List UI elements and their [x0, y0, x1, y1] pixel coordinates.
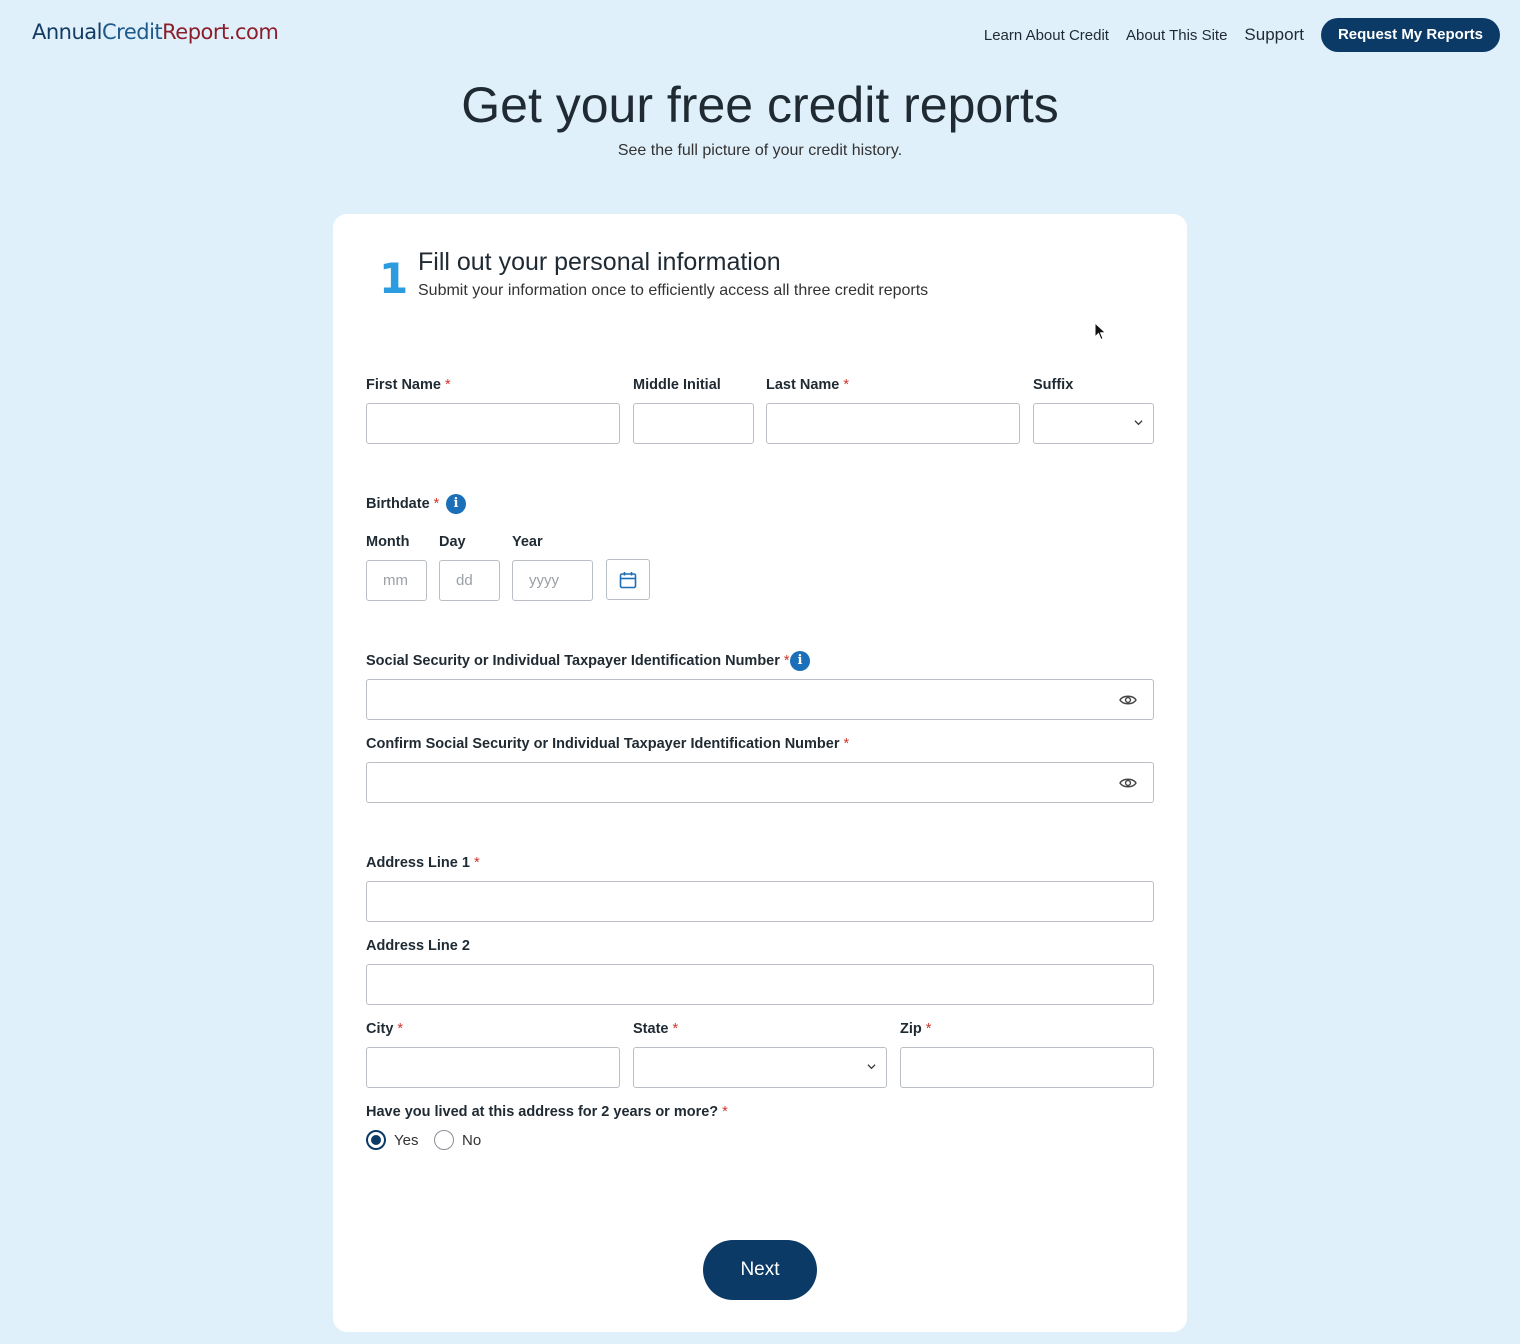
ssn-info-icon[interactable]: i	[790, 651, 810, 671]
last-name-input[interactable]	[766, 403, 1020, 444]
month-label: Month	[366, 534, 410, 550]
city-input[interactable]	[366, 1047, 620, 1088]
required-mark: *	[722, 1104, 728, 1120]
step-subtitle: Submit your information once to efficien…	[418, 282, 929, 299]
birth-month-input[interactable]	[366, 560, 427, 601]
address-line-1-input[interactable]	[366, 881, 1154, 922]
required-mark: *	[843, 736, 850, 752]
last-name-label: Last Name *	[766, 377, 849, 393]
zip-input[interactable]	[900, 1047, 1154, 1088]
ssn-label: Social Security or Individual Taxpayer I…	[366, 653, 790, 669]
required-mark: *	[925, 1021, 932, 1037]
nav-support[interactable]: Support	[1244, 25, 1304, 45]
ssn-input[interactable]	[366, 679, 1154, 720]
page-title: Get your free credit reports	[461, 77, 1059, 133]
radio-yes-label[interactable]: Yes	[394, 1132, 418, 1149]
eye-icon[interactable]	[1119, 776, 1137, 790]
birthdate-label: Birthdate *	[366, 496, 440, 512]
address-line-2-label: Address Line 2	[366, 938, 470, 954]
required-mark: *	[672, 1021, 679, 1037]
radio-yes[interactable]	[366, 1130, 386, 1150]
nav-about-this-site[interactable]: About This Site	[1126, 27, 1227, 44]
nav-learn-about-credit[interactable]: Learn About Credit	[984, 27, 1109, 44]
calendar-icon	[619, 572, 637, 589]
address-line-2-input[interactable]	[366, 964, 1154, 1005]
middle-initial-input[interactable]	[633, 403, 754, 444]
required-mark: *	[433, 496, 440, 512]
chevron-down-icon	[1134, 420, 1143, 426]
day-label: Day	[439, 534, 466, 550]
state-label: State *	[633, 1021, 679, 1037]
state-select[interactable]	[633, 1047, 887, 1088]
required-mark: *	[397, 1021, 404, 1037]
top-nav: Learn About Credit About This Site Suppo…	[984, 18, 1500, 52]
required-mark: *	[783, 653, 790, 669]
eye-icon[interactable]	[1119, 693, 1137, 707]
page-subtitle: See the full picture of your credit hist…	[617, 142, 903, 159]
required-mark: *	[444, 377, 451, 393]
required-mark: *	[843, 377, 849, 393]
first-name-label: First Name *	[366, 377, 451, 393]
required-mark: *	[473, 855, 480, 871]
radio-no[interactable]	[434, 1130, 454, 1150]
logo-part-annual: Annual	[32, 20, 103, 44]
step-title: Fill out your personal information	[418, 248, 781, 276]
logo-part-credit: Credit	[102, 20, 163, 44]
next-button[interactable]: Next	[703, 1240, 817, 1300]
ssn-confirm-input[interactable]	[366, 762, 1154, 803]
mouse-cursor-icon	[1094, 322, 1107, 341]
zip-label: Zip *	[900, 1021, 932, 1037]
birth-year-input[interactable]	[512, 560, 593, 601]
calendar-button[interactable]	[606, 559, 650, 600]
address-line-1-label: Address Line 1 *	[366, 855, 480, 871]
site-logo[interactable]: AnnualCreditReport.com	[32, 20, 279, 44]
logo-part-report: Report.com	[162, 20, 279, 44]
suffix-label: Suffix	[1033, 377, 1074, 393]
step-number: 1	[379, 254, 409, 303]
middle-initial-label: Middle Initial	[633, 377, 721, 393]
personal-info-card: 1 Fill out your personal information Sub…	[333, 214, 1187, 1332]
chevron-down-icon	[867, 1064, 876, 1070]
request-my-reports-button[interactable]: Request My Reports	[1320, 18, 1500, 52]
ssn-confirm-label: Confirm Social Security or Individual Ta…	[366, 736, 850, 752]
city-label: City *	[366, 1021, 404, 1037]
birth-day-input[interactable]	[439, 560, 500, 601]
first-name-input[interactable]	[366, 403, 620, 444]
birthdate-info-icon[interactable]: i	[446, 494, 466, 514]
suffix-select[interactable]	[1033, 403, 1154, 444]
year-label: Year	[512, 534, 543, 550]
lived-two-years-question: Have you lived at this address for 2 yea…	[366, 1104, 728, 1120]
radio-no-label[interactable]: No	[462, 1132, 481, 1149]
